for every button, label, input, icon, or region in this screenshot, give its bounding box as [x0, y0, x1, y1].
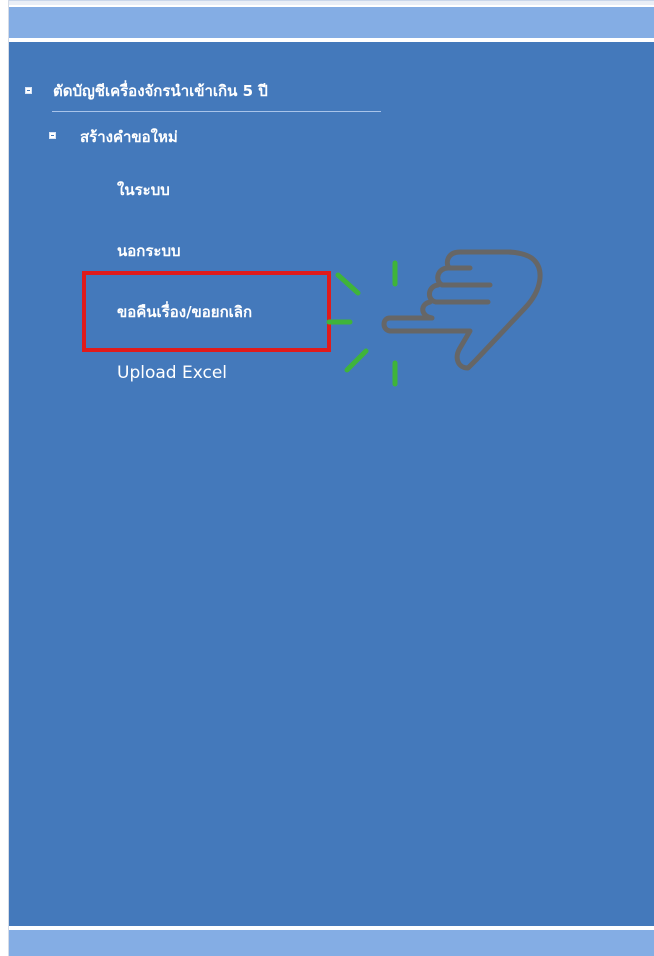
header-bar	[9, 7, 654, 38]
tree-item-out-of-system[interactable]: นอกระบบ	[117, 241, 181, 261]
window-frame: ตัดบัญชีเครื่องจักรนำเข้าเกิน 5 ปี สร้าง…	[0, 0, 654, 956]
hand-outline	[381, 249, 543, 371]
tree-collapse-icon[interactable]	[25, 87, 32, 94]
top-border	[0, 0, 654, 5]
pointing-hand-icon	[326, 249, 543, 387]
tree-collapse-icon[interactable]	[49, 132, 56, 139]
tree-root-label[interactable]: ตัดบัญชีเครื่องจักรนำเข้าเกิน 5 ปี	[53, 81, 268, 101]
tree-item-upload-excel[interactable]: Upload Excel	[117, 363, 227, 383]
tree-root-divider	[52, 111, 381, 112]
footer-bar	[9, 930, 654, 956]
tree-item-in-system[interactable]: ในระบบ	[117, 180, 170, 200]
tree-group-label[interactable]: สร้างคำขอใหม่	[80, 127, 178, 147]
highlight-box	[82, 271, 331, 352]
left-edge	[0, 0, 9, 956]
navigation-panel	[9, 42, 654, 926]
